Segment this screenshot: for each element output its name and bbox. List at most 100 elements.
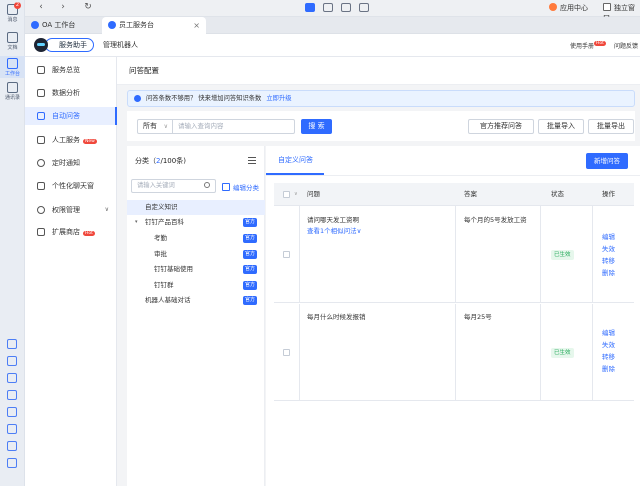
grid-icon [7, 58, 18, 69]
calendar-icon[interactable] [7, 356, 17, 366]
window-controls [305, 3, 377, 14]
tab-manage-robot[interactable]: 管理机器人 [103, 38, 138, 52]
delete-link[interactable]: 删除 [602, 267, 615, 279]
menu-item-analytics[interactable]: 数据分析 [25, 84, 117, 102]
manual-link[interactable]: 使用手册 Hot [570, 41, 606, 50]
tab-custom-qa[interactable]: 自定义问答 [278, 146, 313, 174]
rail-item-workbench[interactable]: 工作台 [0, 56, 25, 78]
chevron-down-icon: ∨ [163, 123, 168, 130]
app-center-label: 应用中心 [560, 4, 588, 12]
category-item-attendance[interactable]: 考勤 官方 [127, 231, 265, 246]
official-tag: 官方 [242, 234, 257, 243]
row-checkbox[interactable] [283, 349, 290, 356]
tab-employee-service[interactable]: 员工服务台 × [102, 17, 206, 34]
header-status: 状态 [551, 190, 564, 198]
category-item-approval[interactable]: 审批 官方 [127, 247, 265, 262]
scope-select[interactable]: 所有 ∨ [137, 119, 173, 134]
rail-item-messages[interactable]: 2 消息 [0, 2, 25, 23]
forward-button[interactable]: › [57, 2, 69, 12]
layout-icon[interactable] [305, 3, 315, 12]
video-icon[interactable] [7, 424, 17, 434]
menu-item-extension-store[interactable]: 扩展商店 Hot [25, 223, 117, 241]
menu-item-permissions[interactable]: 权限管理 ∨ [25, 201, 117, 219]
analytics-icon [37, 89, 45, 97]
status-badge: 已生效 [551, 250, 574, 260]
similar-questions-link[interactable]: 查看1个相似问法∨ [307, 226, 361, 237]
caret-down-icon[interactable]: ▾ [135, 215, 138, 230]
mail-icon[interactable] [7, 407, 17, 417]
edit-link[interactable]: 编辑 [602, 327, 615, 339]
back-button[interactable]: ‹ [35, 2, 47, 12]
add-qa-button[interactable]: 新增问答 [586, 153, 628, 169]
select-all-checkbox[interactable] [283, 191, 290, 198]
minimize-icon[interactable] [359, 3, 369, 12]
qa-panel: 自定义问答 新增问答 ∨ 问题 答案 状态 操作 请问哪天发工资啊 查看1个相似… [266, 146, 640, 486]
rail-item-contacts[interactable]: 通讯录 [0, 82, 25, 101]
menu-item-custom-chat[interactable]: 个性化聊天窗 [25, 177, 117, 195]
menu-label: 定时通知 [52, 159, 80, 167]
answer-text: 每个月的5号发放工资 [464, 216, 527, 224]
disable-link[interactable]: 失效 [602, 339, 615, 351]
close-tab-icon[interactable]: × [193, 17, 200, 34]
menu-label: 个性化聊天窗 [52, 182, 94, 190]
category-item-dingtalk-wiki[interactable]: ▾ 钉钉产品百科 官方 [127, 215, 265, 230]
batch-export-button[interactable]: 批量导出 [588, 119, 634, 134]
feedback-link[interactable]: 问题反馈 [614, 41, 638, 50]
category-item-custom[interactable]: 自定义知识 [127, 200, 265, 215]
category-item-robot-dialog[interactable]: 机器人基础对话 官方 [127, 293, 265, 308]
column-divider [299, 304, 300, 401]
chevron-down-icon: ∨ [104, 206, 109, 213]
move-link[interactable]: 转移 [602, 351, 615, 363]
app-header: 服务助手 管理机器人 使用手册 Hot 问题反馈 [25, 34, 640, 57]
oa-icon [31, 21, 39, 29]
more-apps-icon[interactable] [7, 458, 17, 468]
column-divider [455, 304, 456, 401]
category-label: 考勤 [154, 234, 167, 242]
official-tag: 官方 [242, 250, 257, 259]
refresh-button[interactable]: ↻ [82, 2, 94, 12]
overview-icon [37, 66, 45, 74]
flash-icon[interactable] [7, 390, 17, 400]
approval-icon[interactable] [7, 441, 17, 451]
row-checkbox[interactable] [283, 251, 290, 258]
unread-badge: 2 [13, 2, 21, 9]
search-input[interactable]: 请输入查询内容 [172, 119, 295, 134]
category-label: 审批 [154, 250, 167, 258]
category-item-group[interactable]: 钉钉群 官方 [127, 278, 265, 293]
batch-import-button[interactable]: 批量导入 [538, 119, 584, 134]
chat-icon [37, 112, 45, 120]
contacts-icon [7, 82, 18, 93]
menu-item-overview[interactable]: 服务总览 [25, 61, 117, 79]
edit-category-button[interactable]: 编辑分类 [222, 182, 259, 192]
tab-bar: OA 工作台 员工服务台 × [25, 17, 640, 34]
disable-link[interactable]: 失效 [602, 243, 615, 255]
tab-label: 服务助手 [59, 41, 87, 49]
delete-link[interactable]: 删除 [602, 363, 615, 375]
table-row: 请问哪天发工资啊 查看1个相似问法∨ 每个月的5号发放工资 已生效 编辑 失效 … [274, 206, 634, 303]
collapse-list-icon[interactable] [248, 157, 256, 164]
category-item-basic-usage[interactable]: 钉钉基础使用 官方 [127, 262, 265, 277]
upgrade-link[interactable]: 立即升级 [266, 95, 291, 102]
header-ops: 操作 [602, 190, 615, 198]
menu-item-human-service[interactable]: 人工服务 New [25, 131, 117, 149]
hot-badge: Hot [594, 41, 606, 46]
move-link[interactable]: 转移 [602, 255, 615, 267]
search-button[interactable]: 搜 索 [301, 119, 332, 134]
split-icon[interactable] [323, 3, 333, 12]
sidebar-icon[interactable] [341, 3, 351, 12]
app-center-button[interactable]: 应用中心 [549, 3, 588, 13]
edit-link[interactable]: 编辑 [602, 231, 615, 243]
menu-label: 数据分析 [52, 89, 80, 97]
todo-icon[interactable] [7, 373, 17, 383]
category-search-input[interactable]: 请输入关键词 [131, 179, 216, 193]
column-divider [540, 304, 541, 401]
menu-item-auto-qa[interactable]: 自动问答 [25, 107, 117, 125]
official-recommend-button[interactable]: 官方推荐问答 [468, 119, 534, 134]
menu-item-scheduled-notice[interactable]: 定时通知 [25, 154, 117, 172]
chevron-down-icon[interactable]: ∨ [294, 183, 298, 206]
tab-service-assistant[interactable]: 服务助手 [45, 38, 94, 52]
time-icon[interactable] [7, 339, 17, 349]
rail-item-docs[interactable]: 文档 [0, 32, 25, 51]
category-panel: 分类（2/100条) 请输入关键词 编辑分类 自定义知识 ▾ 钉钉产品百科 官方 考… [127, 146, 265, 486]
tab-oa-workbench[interactable]: OA 工作台 [25, 17, 101, 34]
